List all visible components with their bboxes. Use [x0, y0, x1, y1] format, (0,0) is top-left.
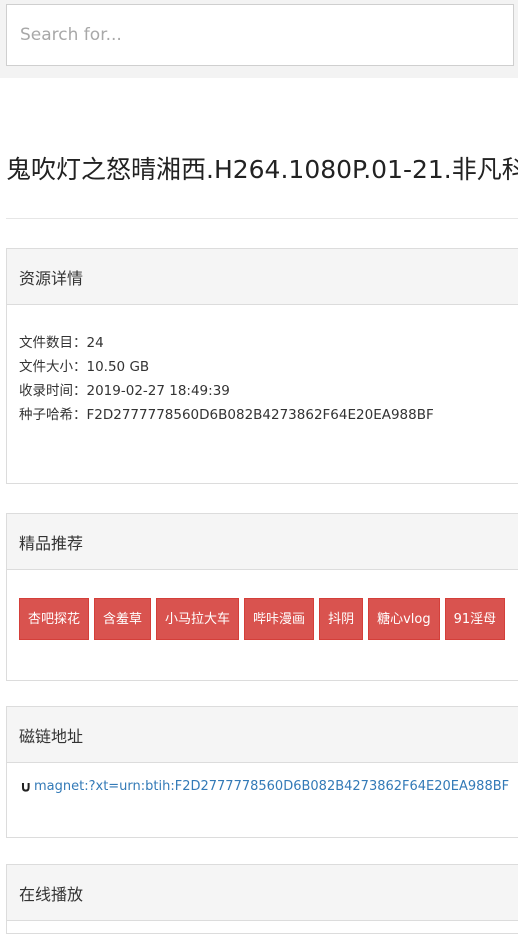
detail-indexed-time: 收录时间：2019-02-27 18:49:39 — [19, 383, 230, 399]
magnet-link[interactable]: magnet:?xt=urn:btih:F2D2777778560D6B082B… — [34, 777, 509, 797]
tag-button[interactable]: 糖心vlog — [368, 598, 440, 640]
online-panel: 在线播放 — [6, 864, 518, 934]
recommend-panel: 精品推荐 杏吧探花 含羞草 小马拉大车 哔咔漫画 抖阴 糖心vlog 91淫母 — [6, 513, 518, 681]
magnet-icon: ∩ — [19, 778, 32, 797]
magnet-panel-heading: 磁链地址 — [7, 707, 518, 763]
detail-file-count: 文件数目：24 — [19, 335, 104, 351]
search-bar — [0, 0, 518, 78]
tag-button[interactable]: 哔咔漫画 — [244, 598, 315, 640]
tag-button[interactable]: 含羞草 — [94, 598, 152, 640]
recommend-body: 杏吧探花 含羞草 小马拉大车 哔咔漫画 抖阴 糖心vlog 91淫母 — [7, 570, 518, 640]
details-panel: 资源详情 文件数目：24 文件大小：10.50 GB 收录时间：2019-02-… — [6, 248, 518, 484]
magnet-panel: 磁链地址 ∩ magnet:?xt=urn:btih:F2D2777778560… — [6, 706, 518, 838]
detail-file-size: 文件大小：10.50 GB — [19, 359, 150, 375]
online-panel-heading: 在线播放 — [7, 865, 518, 921]
tag-button[interactable]: 杏吧探花 — [19, 598, 90, 640]
details-panel-heading: 资源详情 — [7, 249, 518, 305]
title-divider — [6, 218, 518, 219]
page-title: 鬼吹灯之怒晴湘西.H264.1080P.01-21.非凡科技影视小组 — [6, 155, 518, 184]
tag-button[interactable]: 91淫母 — [444, 598, 506, 640]
magnet-row: ∩ magnet:?xt=urn:btih:F2D2777778560D6B08… — [19, 763, 510, 797]
search-input[interactable] — [6, 4, 514, 66]
tag-button[interactable]: 小马拉大车 — [156, 598, 240, 640]
tag-list: 杏吧探花 含羞草 小马拉大车 哔咔漫画 抖阴 糖心vlog 91淫母 — [19, 570, 510, 640]
recommend-panel-heading: 精品推荐 — [7, 514, 518, 570]
detail-torrent-hash: 种子哈希：F2D2777778560D6B082B4273862F64E20EA… — [19, 407, 434, 423]
tag-button[interactable]: 抖阴 — [319, 598, 364, 640]
magnet-body: ∩ magnet:?xt=urn:btih:F2D2777778560D6B08… — [7, 763, 518, 797]
details-list: 文件数目：24 文件大小：10.50 GB 收录时间：2019-02-27 18… — [7, 305, 518, 427]
